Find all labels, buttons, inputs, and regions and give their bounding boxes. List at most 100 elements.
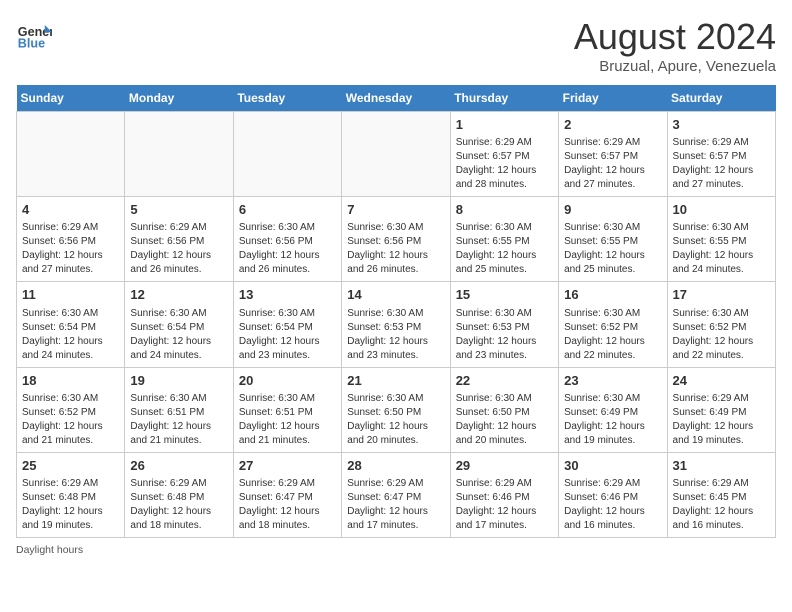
- svg-text:Blue: Blue: [18, 37, 45, 51]
- day-info: Sunrise: 6:30 AM Sunset: 6:56 PM Dayligh…: [239, 221, 336, 277]
- col-wednesday: Wednesday: [342, 85, 450, 112]
- day-number: 16: [564, 286, 661, 304]
- header: General Blue August 2024 Bruzual, Apure,…: [16, 16, 776, 75]
- day-number: 7: [347, 201, 444, 219]
- day-cell: [233, 112, 341, 197]
- day-number: 22: [456, 372, 553, 390]
- day-cell: 25Sunrise: 6:29 AM Sunset: 6:48 PM Dayli…: [17, 452, 125, 537]
- day-cell: 13 Sunrise: 6:30 AM Sunset: 6:54 PM Dayli…: [233, 282, 341, 367]
- day-info: Sunrise: 6:30 AM Sunset: 6:53 PM Dayligh…: [347, 307, 444, 363]
- week-row-1: 4 Sunrise: 6:29 AM Sunset: 6:56 PM Daylig…: [17, 197, 776, 282]
- day-cell: 29 Sunrise: 6:29 AM Sunset: 6:46 PM Dayli…: [450, 452, 558, 537]
- day-number: 15: [456, 286, 553, 304]
- day-info: Sunrise: 6:30 AM Sunset: 6:54 PM Dayligh…: [130, 307, 227, 363]
- day-info: Sunrise: 6:29 AM Sunset: 6:49 PM Dayligh…: [673, 392, 770, 448]
- day-number: 30: [564, 457, 661, 475]
- day-cell: 1 Sunrise: 6:29 AM Sunset: 6:57 PM Daylig…: [450, 112, 558, 197]
- day-cell: 27 Sunrise: 6:29 AM Sunset: 6:47 PM Dayli…: [233, 452, 341, 537]
- title-area: August 2024 Bruzual, Apure, Venezuela: [574, 16, 776, 75]
- day-number: 20: [239, 372, 336, 390]
- calendar-header: SundayMondayTuesdayWednesdayThursdayFrid…: [17, 85, 776, 112]
- day-info: Sunrise: 6:30 AM Sunset: 6:49 PM Dayligh…: [564, 392, 661, 448]
- calendar-table: SundayMondayTuesdayWednesdayThursdayFrid…: [16, 85, 776, 538]
- day-cell: 30Sunrise: 6:29 AM Sunset: 6:46 PM Dayli…: [559, 452, 667, 537]
- day-info: Sunrise: 6:30 AM Sunset: 6:54 PM Dayligh…: [22, 307, 119, 363]
- logo: General Blue: [16, 16, 52, 52]
- day-cell: 2Sunrise: 6:29 AM Sunset: 6:57 PM Daylig…: [559, 112, 667, 197]
- day-number: 28: [347, 457, 444, 475]
- col-saturday: Saturday: [667, 85, 775, 112]
- day-number: 18: [22, 372, 119, 390]
- day-info: Sunrise: 6:29 AM Sunset: 6:46 PM Dayligh…: [456, 477, 553, 533]
- day-info: Sunrise: 6:29 AM Sunset: 6:57 PM Dayligh…: [673, 136, 770, 192]
- day-cell: 19 Sunrise: 6:30 AM Sunset: 6:51 PM Dayli…: [125, 367, 233, 452]
- day-number: 2: [564, 116, 661, 134]
- day-cell: 17Sunrise: 6:30 AM Sunset: 6:52 PM Dayli…: [667, 282, 775, 367]
- day-number: 19: [130, 372, 227, 390]
- day-cell: 8 Sunrise: 6:30 AM Sunset: 6:55 PM Daylig…: [450, 197, 558, 282]
- day-cell: 14 Sunrise: 6:30 AM Sunset: 6:53 PM Dayli…: [342, 282, 450, 367]
- day-info: Sunrise: 6:30 AM Sunset: 6:50 PM Dayligh…: [456, 392, 553, 448]
- col-sunday: Sunday: [17, 85, 125, 112]
- day-cell: 15 Sunrise: 6:30 AM Sunset: 6:53 PM Dayli…: [450, 282, 558, 367]
- day-info: Sunrise: 6:30 AM Sunset: 6:52 PM Dayligh…: [564, 307, 661, 363]
- col-monday: Monday: [125, 85, 233, 112]
- day-info: Sunrise: 6:29 AM Sunset: 6:48 PM Dayligh…: [130, 477, 227, 533]
- day-info: Sunrise: 6:30 AM Sunset: 6:55 PM Dayligh…: [456, 221, 553, 277]
- day-info: Sunrise: 6:30 AM Sunset: 6:55 PM Dayligh…: [673, 221, 770, 277]
- day-cell: 3 Sunrise: 6:29 AM Sunset: 6:57 PM Daylig…: [667, 112, 775, 197]
- calendar-body: 1 Sunrise: 6:29 AM Sunset: 6:57 PM Daylig…: [17, 112, 776, 538]
- day-cell: 12 Sunrise: 6:30 AM Sunset: 6:54 PM Dayli…: [125, 282, 233, 367]
- day-info: Sunrise: 6:29 AM Sunset: 6:56 PM Dayligh…: [130, 221, 227, 277]
- week-row-4: 25 Sunrise: 6:29 AM Sunset: 6:48 PM Dayli…: [17, 452, 776, 537]
- day-number: 14: [347, 286, 444, 304]
- day-info: Sunrise: 6:30 AM Sunset: 6:50 PM Dayligh…: [347, 392, 444, 448]
- col-thursday: Thursday: [450, 85, 558, 112]
- day-info: Sunrise: 6:30 AM Sunset: 6:51 PM Dayligh…: [130, 392, 227, 448]
- day-number: 3: [673, 116, 770, 134]
- day-info: Sunrise: 6:30 AM Sunset: 6:55 PM Dayligh…: [564, 221, 661, 277]
- week-row-0: 1 Sunrise: 6:29 AM Sunset: 6:57 PM Daylig…: [17, 112, 776, 197]
- logo-icon: General Blue: [16, 16, 52, 52]
- day-number: 13: [239, 286, 336, 304]
- day-info: Sunrise: 6:30 AM Sunset: 6:54 PM Dayligh…: [239, 307, 336, 363]
- day-number: 25: [22, 457, 119, 475]
- day-info: Sunrise: 6:30 AM Sunset: 6:52 PM Dayligh…: [22, 392, 119, 448]
- day-info: Sunrise: 6:29 AM Sunset: 6:47 PM Dayligh…: [347, 477, 444, 533]
- day-cell: 24 Sunrise: 6:29 AM Sunset: 6:49 PM Dayli…: [667, 367, 775, 452]
- week-row-3: 18 Sunrise: 6:30 AM Sunset: 6:52 PM Dayli…: [17, 367, 776, 452]
- day-info: Sunrise: 6:29 AM Sunset: 6:56 PM Dayligh…: [22, 221, 119, 277]
- location: Bruzual, Apure, Venezuela: [574, 58, 776, 75]
- day-cell: [125, 112, 233, 197]
- day-number: 5: [130, 201, 227, 219]
- day-number: 21: [347, 372, 444, 390]
- day-cell: 7Sunrise: 6:30 AM Sunset: 6:56 PM Daylig…: [342, 197, 450, 282]
- day-number: 12: [130, 286, 227, 304]
- day-cell: 18 Sunrise: 6:30 AM Sunset: 6:52 PM Dayli…: [17, 367, 125, 452]
- day-cell: 4 Sunrise: 6:29 AM Sunset: 6:56 PM Daylig…: [17, 197, 125, 282]
- day-number: 29: [456, 457, 553, 475]
- day-cell: 20Sunrise: 6:30 AM Sunset: 6:51 PM Dayli…: [233, 367, 341, 452]
- day-cell: 26 Sunrise: 6:29 AM Sunset: 6:48 PM Dayli…: [125, 452, 233, 537]
- day-number: 27: [239, 457, 336, 475]
- day-number: 10: [673, 201, 770, 219]
- day-info: Sunrise: 6:29 AM Sunset: 6:57 PM Dayligh…: [456, 136, 553, 192]
- day-number: 1: [456, 116, 553, 134]
- day-cell: 5 Sunrise: 6:29 AM Sunset: 6:56 PM Daylig…: [125, 197, 233, 282]
- day-number: 23: [564, 372, 661, 390]
- day-number: 4: [22, 201, 119, 219]
- header-row: SundayMondayTuesdayWednesdayThursdayFrid…: [17, 85, 776, 112]
- day-cell: 31Sunrise: 6:29 AM Sunset: 6:45 PM Dayli…: [667, 452, 775, 537]
- month-title: August 2024: [574, 16, 776, 58]
- day-info: Sunrise: 6:29 AM Sunset: 6:45 PM Dayligh…: [673, 477, 770, 533]
- day-number: 26: [130, 457, 227, 475]
- day-info: Sunrise: 6:30 AM Sunset: 6:53 PM Dayligh…: [456, 307, 553, 363]
- day-info: Sunrise: 6:30 AM Sunset: 6:52 PM Dayligh…: [673, 307, 770, 363]
- day-cell: 28 Sunrise: 6:29 AM Sunset: 6:47 PM Dayli…: [342, 452, 450, 537]
- day-number: 24: [673, 372, 770, 390]
- day-number: 6: [239, 201, 336, 219]
- day-info: Sunrise: 6:29 AM Sunset: 6:47 PM Dayligh…: [239, 477, 336, 533]
- day-cell: 16 Sunrise: 6:30 AM Sunset: 6:52 PM Dayli…: [559, 282, 667, 367]
- day-number: 8: [456, 201, 553, 219]
- col-friday: Friday: [559, 85, 667, 112]
